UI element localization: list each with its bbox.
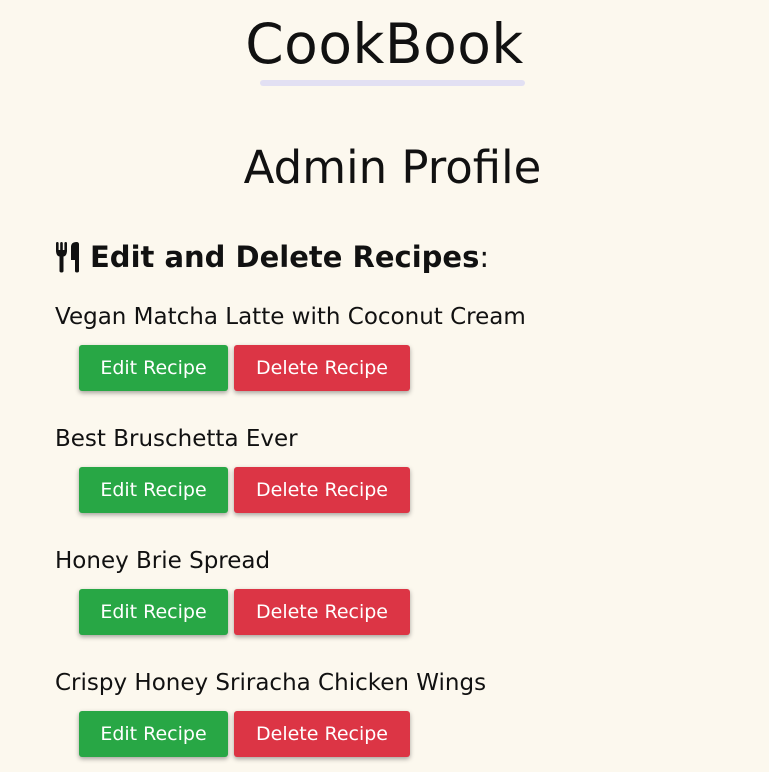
recipe-title: Crispy Honey Sriracha Chicken Wings xyxy=(55,670,487,696)
delete-recipe-button[interactable]: Delete Recipe xyxy=(234,589,410,635)
recipe-actions: Edit Recipe Delete Recipe xyxy=(79,467,755,513)
recipe-title: Vegan Matcha Latte with Coconut Cream xyxy=(55,304,526,330)
recipe-title: Honey Brie Spread xyxy=(55,548,271,574)
delete-recipe-button[interactable]: Delete Recipe xyxy=(234,467,410,513)
edit-recipe-button[interactable]: Edit Recipe xyxy=(79,589,228,635)
utensils-icon xyxy=(54,241,82,273)
section-heading-text: Edit and Delete Recipes xyxy=(90,240,480,274)
recipe-item: Vegan Matcha Latte with Coconut Cream Ed… xyxy=(55,302,755,391)
delete-recipe-button[interactable]: Delete Recipe xyxy=(234,711,410,757)
edit-recipe-button[interactable]: Edit Recipe xyxy=(79,467,228,513)
brand-logo-link[interactable]: CookBook xyxy=(0,8,769,80)
delete-recipe-button[interactable]: Delete Recipe xyxy=(234,345,410,391)
recipe-item: Honey Brie Spread Edit Recipe Delete Rec… xyxy=(55,546,755,635)
recipe-actions: Edit Recipe Delete Recipe xyxy=(79,589,755,635)
recipe-item: Best Bruschetta Ever Edit Recipe Delete … xyxy=(55,424,755,513)
page-title: Admin Profile xyxy=(243,141,542,194)
edit-recipe-button[interactable]: Edit Recipe xyxy=(79,345,228,391)
section-heading-colon: : xyxy=(479,240,490,274)
brand-underline xyxy=(260,80,525,86)
edit-recipe-button[interactable]: Edit Recipe xyxy=(79,711,228,757)
section-heading: Edit and Delete Recipes: xyxy=(54,237,489,277)
recipe-title: Best Bruschetta Ever xyxy=(55,426,298,452)
recipe-actions: Edit Recipe Delete Recipe xyxy=(79,711,755,757)
recipe-item: Crispy Honey Sriracha Chicken Wings Edit… xyxy=(55,668,755,757)
admin-profile-page: CookBook Admin Profile Edit and Delete R… xyxy=(0,0,769,772)
recipe-actions: Edit Recipe Delete Recipe xyxy=(79,345,755,391)
